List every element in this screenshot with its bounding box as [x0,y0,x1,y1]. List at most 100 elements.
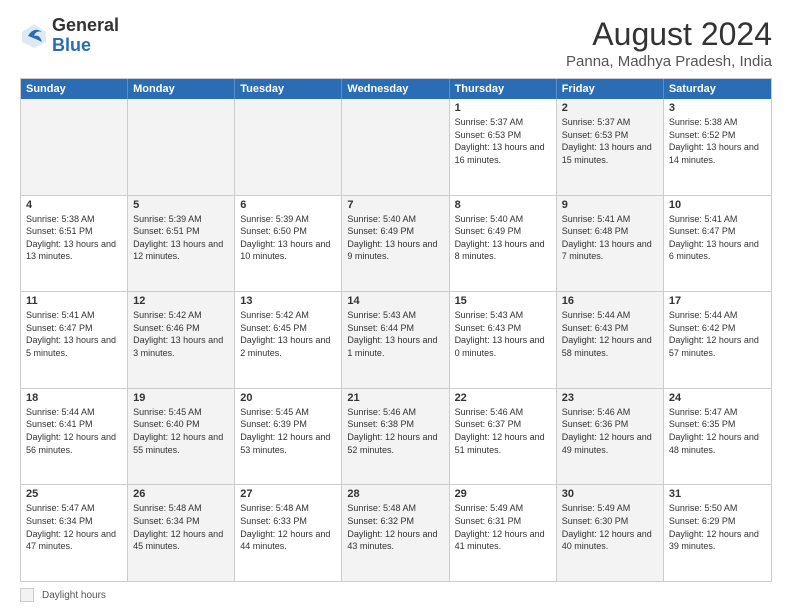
calendar-cell-28: 28 Sunrise: 5:48 AM Sunset: 6:32 PM Dayli… [342,485,449,581]
cell-text: Sunrise: 5:37 AM Sunset: 6:53 PM Dayligh… [562,116,658,166]
header-day-saturday: Saturday [664,79,771,99]
day-number: 9 [562,199,658,211]
day-number: 23 [562,392,658,404]
calendar-cell-19: 19 Sunrise: 5:45 AM Sunset: 6:40 PM Dayli… [128,389,235,485]
page: General Blue August 2024 Panna, Madhya P… [0,0,792,612]
cell-text: Sunrise: 5:50 AM Sunset: 6:29 PM Dayligh… [669,502,766,552]
month-title: August 2024 [566,16,772,53]
calendar-cell-30: 30 Sunrise: 5:49 AM Sunset: 6:30 PM Dayli… [557,485,664,581]
day-number: 22 [455,392,551,404]
cell-text: Sunrise: 5:43 AM Sunset: 6:43 PM Dayligh… [455,309,551,359]
header-day-friday: Friday [557,79,664,99]
calendar-cell-9: 9 Sunrise: 5:41 AM Sunset: 6:48 PM Daylig… [557,196,664,292]
day-number: 3 [669,102,766,114]
logo-icon [20,22,48,50]
cell-text: Sunrise: 5:37 AM Sunset: 6:53 PM Dayligh… [455,116,551,166]
day-number: 7 [347,199,443,211]
header-day-thursday: Thursday [450,79,557,99]
logo-general: General [52,15,119,35]
calendar-cell-26: 26Sunrise: 5:48 AM Sunset: 6:34 PM Dayli… [128,485,235,581]
calendar-cell-24: 24 Sunrise: 5:47 AM Sunset: 6:35 PM Dayli… [664,389,771,485]
cell-text: Sunrise: 5:44 AM Sunset: 6:43 PM Dayligh… [562,309,658,359]
cell-text: Sunrise: 5:38 AM Sunset: 6:51 PM Dayligh… [26,213,122,263]
day-number: 31 [669,488,766,500]
calendar-cell-31: 31 Sunrise: 5:50 AM Sunset: 6:29 PM Dayli… [664,485,771,581]
day-number: 2 [562,102,658,114]
cell-text: Sunrise: 5:38 AM Sunset: 6:52 PM Dayligh… [669,116,766,166]
calendar-row-0: 1 Sunrise: 5:37 AM Sunset: 6:53 PM Daylig… [21,99,771,196]
day-number: 10 [669,199,766,211]
day-number: 27 [240,488,336,500]
calendar-cell-23: 23 Sunrise: 5:46 AM Sunset: 6:36 PM Dayli… [557,389,664,485]
day-number: 20 [240,392,336,404]
cell-text: Sunrise: 5:47 AM Sunset: 6:34 PM Dayligh… [26,502,122,552]
day-number: 12 [133,295,229,307]
cell-text: Sunrise: 5:42 AM Sunset: 6:46 PM Dayligh… [133,309,229,359]
day-number: 24 [669,392,766,404]
cell-text: Sunrise: 5:49 AM Sunset: 6:30 PM Dayligh… [562,502,658,552]
cell-text: Sunrise: 5:40 AM Sunset: 6:49 PM Dayligh… [347,213,443,263]
day-number: 1 [455,102,551,114]
calendar-row-3: 18Sunrise: 5:44 AM Sunset: 6:41 PM Dayli… [21,389,771,486]
day-number: 28 [347,488,443,500]
calendar-cell-6: 6 Sunrise: 5:39 AM Sunset: 6:50 PM Daylig… [235,196,342,292]
cell-text: Sunrise: 5:46 AM Sunset: 6:37 PM Dayligh… [455,406,551,456]
calendar-cell-1: 1 Sunrise: 5:37 AM Sunset: 6:53 PM Daylig… [450,99,557,195]
cell-text: Sunrise: 5:41 AM Sunset: 6:47 PM Dayligh… [669,213,766,263]
calendar-cell-13: 13 Sunrise: 5:42 AM Sunset: 6:45 PM Dayli… [235,292,342,388]
cell-text: Sunrise: 5:48 AM Sunset: 6:33 PM Dayligh… [240,502,336,552]
calendar-cell-29: 29Sunrise: 5:49 AM Sunset: 6:31 PM Dayli… [450,485,557,581]
calendar-cell-7: 7 Sunrise: 5:40 AM Sunset: 6:49 PM Daylig… [342,196,449,292]
cell-text: Sunrise: 5:42 AM Sunset: 6:45 PM Dayligh… [240,309,336,359]
location-title: Panna, Madhya Pradesh, India [566,53,772,70]
header: General Blue August 2024 Panna, Madhya P… [20,16,772,70]
day-number: 16 [562,295,658,307]
day-number: 26 [133,488,229,500]
calendar-row-4: 25Sunrise: 5:47 AM Sunset: 6:34 PM Dayli… [21,485,771,581]
calendar: SundayMondayTuesdayWednesdayThursdayFrid… [20,78,772,582]
cell-text: Sunrise: 5:46 AM Sunset: 6:36 PM Dayligh… [562,406,658,456]
legend-label: Daylight hours [42,590,106,601]
calendar-cell-25: 25Sunrise: 5:47 AM Sunset: 6:34 PM Dayli… [21,485,128,581]
calendar-cell-14: 14Sunrise: 5:43 AM Sunset: 6:44 PM Dayli… [342,292,449,388]
day-number: 30 [562,488,658,500]
calendar-cell-12: 12 Sunrise: 5:42 AM Sunset: 6:46 PM Dayli… [128,292,235,388]
calendar-cell-5: 5 Sunrise: 5:39 AM Sunset: 6:51 PM Daylig… [128,196,235,292]
title-block: August 2024 Panna, Madhya Pradesh, India [566,16,772,70]
calendar-cell-20: 20 Sunrise: 5:45 AM Sunset: 6:39 PM Dayli… [235,389,342,485]
cell-text: Sunrise: 5:49 AM Sunset: 6:31 PM Dayligh… [455,502,551,552]
day-number: 5 [133,199,229,211]
calendar-cell-empty-0-3 [342,99,449,195]
day-number: 11 [26,295,122,307]
calendar-cell-4: 4Sunrise: 5:38 AM Sunset: 6:51 PM Daylig… [21,196,128,292]
day-number: 15 [455,295,551,307]
cell-text: Sunrise: 5:47 AM Sunset: 6:35 PM Dayligh… [669,406,766,456]
day-number: 13 [240,295,336,307]
cell-text: Sunrise: 5:44 AM Sunset: 6:42 PM Dayligh… [669,309,766,359]
cell-text: Sunrise: 5:41 AM Sunset: 6:48 PM Dayligh… [562,213,658,263]
cell-text: Sunrise: 5:39 AM Sunset: 6:51 PM Dayligh… [133,213,229,263]
calendar-cell-18: 18Sunrise: 5:44 AM Sunset: 6:41 PM Dayli… [21,389,128,485]
calendar-cell-22: 22 Sunrise: 5:46 AM Sunset: 6:37 PM Dayli… [450,389,557,485]
logo-blue: Blue [52,35,91,55]
day-number: 21 [347,392,443,404]
cell-text: Sunrise: 5:41 AM Sunset: 6:47 PM Dayligh… [26,309,122,359]
cell-text: Sunrise: 5:48 AM Sunset: 6:32 PM Dayligh… [347,502,443,552]
header-day-sunday: Sunday [21,79,128,99]
calendar-cell-27: 27 Sunrise: 5:48 AM Sunset: 6:33 PM Dayli… [235,485,342,581]
calendar-body: 1 Sunrise: 5:37 AM Sunset: 6:53 PM Daylig… [21,99,771,581]
day-number: 6 [240,199,336,211]
logo: General Blue [20,16,119,56]
logo-text: General Blue [52,16,119,56]
day-number: 14 [347,295,443,307]
legend-box [20,588,34,602]
cell-text: Sunrise: 5:39 AM Sunset: 6:50 PM Dayligh… [240,213,336,263]
calendar-row-2: 11 Sunrise: 5:41 AM Sunset: 6:47 PM Dayli… [21,292,771,389]
day-number: 19 [133,392,229,404]
calendar-header: SundayMondayTuesdayWednesdayThursdayFrid… [21,79,771,99]
calendar-row-1: 4Sunrise: 5:38 AM Sunset: 6:51 PM Daylig… [21,196,771,293]
cell-text: Sunrise: 5:45 AM Sunset: 6:40 PM Dayligh… [133,406,229,456]
cell-text: Sunrise: 5:45 AM Sunset: 6:39 PM Dayligh… [240,406,336,456]
header-day-monday: Monday [128,79,235,99]
calendar-cell-2: 2 Sunrise: 5:37 AM Sunset: 6:53 PM Daylig… [557,99,664,195]
